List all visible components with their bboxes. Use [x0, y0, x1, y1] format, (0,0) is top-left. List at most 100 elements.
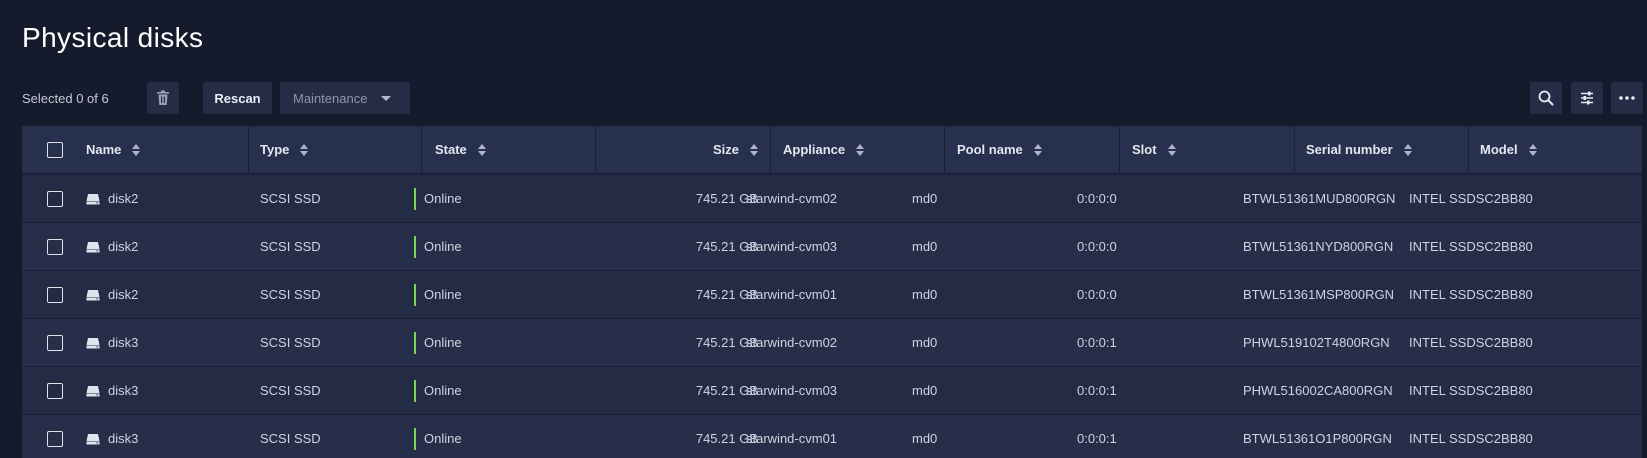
sort-icon: [1528, 143, 1537, 156]
table-row[interactable]: disk3 SCSI SSD Online 745.21 GB starwind…: [22, 414, 1642, 458]
disk-serial: PHWL516002CA800RGN: [1243, 383, 1393, 398]
disk-icon: [86, 241, 100, 252]
sort-icon: [1033, 143, 1042, 156]
disk-model: INTEL SSDSC2BB80: [1409, 239, 1533, 254]
column-label: Appliance: [783, 142, 846, 157]
state-indicator: [414, 283, 416, 306]
disk-name: disk3: [108, 383, 139, 398]
disk-name: disk3: [108, 335, 139, 350]
disk-pool: md0: [912, 287, 938, 302]
disk-type: SCSI SSD: [260, 383, 321, 398]
disk-serial: BTWL51361MSP800RGN: [1243, 287, 1395, 302]
disk-type: SCSI SSD: [260, 335, 321, 350]
more-icon: [1619, 96, 1635, 100]
disk-appliance: starwind-cvm01: [746, 287, 838, 302]
column-header-slot[interactable]: Slot: [1132, 126, 1176, 173]
disk-pool: md0: [912, 191, 938, 206]
disk-type: SCSI SSD: [260, 191, 321, 206]
more-options-button[interactable]: [1611, 82, 1643, 114]
row-checkbox[interactable]: [47, 238, 63, 255]
column-header-serial-number[interactable]: Serial number: [1306, 126, 1412, 173]
disk-slot: 0:0:0:1: [1077, 431, 1117, 446]
state-indicator: [414, 427, 416, 450]
page-title: Physical disks: [22, 22, 204, 53]
disk-serial: BTWL51361O1P800RGN: [1243, 431, 1392, 446]
state-indicator: [414, 235, 416, 258]
disk-model: INTEL SSDSC2BB80: [1409, 287, 1533, 302]
search-button[interactable]: [1530, 82, 1562, 114]
row-checkbox[interactable]: [47, 430, 63, 447]
disk-model: INTEL SSDSC2BB80: [1409, 191, 1533, 206]
disk-appliance: starwind-cvm03: [746, 383, 838, 398]
disks-table: Name Type State Size Appliance Pool name: [22, 126, 1642, 458]
sort-icon: [1167, 143, 1176, 156]
sort-icon: [750, 143, 758, 156]
disk-name-cell: disk2: [86, 271, 138, 318]
column-header-name[interactable]: Name: [86, 126, 141, 173]
disk-state: Online: [424, 431, 462, 446]
table-row[interactable]: disk2 SCSI SSD Online 745.21 GB starwind…: [22, 174, 1642, 222]
table-row[interactable]: disk2 SCSI SSD Online 745.21 GB starwind…: [22, 270, 1642, 318]
delete-button[interactable]: [147, 82, 179, 114]
column-label: Model: [1480, 142, 1518, 157]
disk-pool: md0: [912, 239, 938, 254]
column-header-model[interactable]: Model: [1480, 126, 1537, 173]
disk-pool: md0: [912, 431, 938, 446]
column-header-state[interactable]: State: [435, 126, 486, 173]
rescan-button[interactable]: Rescan: [203, 82, 272, 114]
disk-name: disk2: [108, 191, 139, 206]
row-checkbox[interactable]: [47, 334, 63, 351]
state-indicator: [414, 331, 416, 354]
state-indicator: [414, 379, 416, 402]
maintenance-label: Maintenance: [293, 90, 368, 106]
disk-state: Online: [424, 383, 462, 398]
chevron-down-icon: [381, 96, 391, 101]
column-header-pool-name[interactable]: Pool name: [957, 126, 1042, 173]
disk-name: disk2: [108, 239, 139, 254]
table-row[interactable]: disk3 SCSI SSD Online 745.21 GB starwind…: [22, 318, 1642, 366]
disk-icon: [86, 193, 100, 204]
search-icon: [1538, 90, 1554, 106]
select-all-checkbox[interactable]: [47, 141, 63, 158]
column-header-type[interactable]: Type: [260, 126, 309, 173]
toolbar: Selected 0 of 6 Rescan Maintenance: [22, 82, 1647, 114]
disk-type: SCSI SSD: [260, 287, 321, 302]
disk-serial: BTWL51361NYD800RGN: [1243, 239, 1394, 254]
disk-pool: md0: [912, 335, 938, 350]
sliders-icon: [1581, 91, 1593, 105]
disk-state: Online: [424, 287, 462, 302]
disk-slot: 0:0:0:1: [1077, 335, 1117, 350]
disk-slot: 0:0:0:1: [1077, 383, 1117, 398]
disk-icon: [86, 289, 100, 300]
table-header: Name Type State Size Appliance Pool name: [22, 126, 1642, 174]
disk-model: INTEL SSDSC2BB80: [1409, 431, 1533, 446]
column-header-size[interactable]: Size: [595, 126, 758, 173]
row-checkbox[interactable]: [47, 382, 63, 399]
column-label: Size: [712, 142, 739, 157]
maintenance-dropdown[interactable]: Maintenance: [280, 82, 410, 114]
column-settings-button[interactable]: [1571, 82, 1603, 114]
table-row[interactable]: disk2 SCSI SSD Online 745.21 GB starwind…: [22, 222, 1642, 270]
disk-model: INTEL SSDSC2BB80: [1409, 335, 1533, 350]
disk-name-cell: disk3: [86, 319, 138, 366]
disk-name-cell: disk3: [86, 415, 138, 458]
selection-count: Selected 0 of 6: [22, 91, 109, 106]
row-checkbox[interactable]: [47, 190, 63, 207]
disk-slot: 0:0:0:0: [1077, 239, 1117, 254]
disk-serial: PHWL519102T4800RGN: [1243, 335, 1390, 350]
disk-appliance: starwind-cvm02: [746, 335, 838, 350]
disk-appliance: starwind-cvm01: [746, 431, 838, 446]
rescan-label: Rescan: [214, 90, 261, 106]
disk-slot: 0:0:0:0: [1077, 287, 1117, 302]
row-checkbox[interactable]: [47, 286, 63, 303]
disk-type: SCSI SSD: [260, 431, 321, 446]
sort-icon: [300, 143, 309, 156]
disk-serial: BTWL51361MUD800RGN: [1243, 191, 1396, 206]
disk-state: Online: [424, 191, 462, 206]
disk-name: disk2: [108, 287, 139, 302]
column-header-appliance[interactable]: Appliance: [783, 126, 865, 173]
table-row[interactable]: disk3 SCSI SSD Online 745.21 GB starwind…: [22, 366, 1642, 414]
disk-type: SCSI SSD: [260, 239, 321, 254]
disk-icon: [86, 385, 100, 396]
disk-pool: md0: [912, 383, 938, 398]
